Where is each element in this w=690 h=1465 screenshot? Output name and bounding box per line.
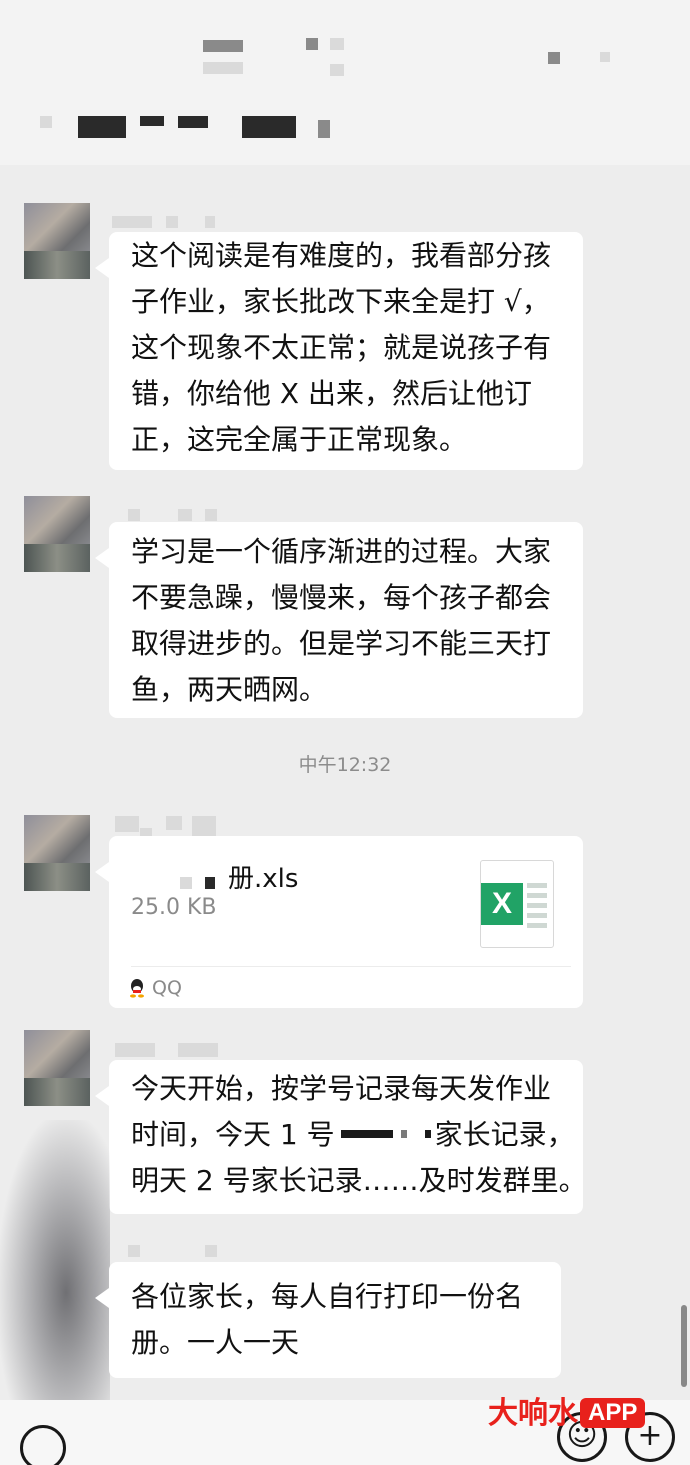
message-line: 时间，今天 1 号 家长记录， (131, 1112, 575, 1158)
message-line: 取得进步的。但是学习不能三天打 (131, 627, 552, 660)
redacted-name (335, 1130, 435, 1144)
card-divider (131, 966, 571, 967)
blurred-title (600, 52, 610, 62)
blurred-subtitle (40, 116, 52, 128)
blurred-title (330, 64, 344, 76)
message-line: 正，这完全属于正常现象。 (131, 423, 468, 456)
message-bubble[interactable]: 这个阅读是有难度的，我看部分孩 子作业，家长批改下来全是打 √， 这个现象不太正… (95, 232, 583, 470)
excel-badge: X (481, 883, 523, 925)
excel-icon: X (480, 860, 554, 948)
message-line: 今天开始，按学号记录每天发作业 (131, 1072, 552, 1105)
sender-name (205, 1245, 217, 1257)
sender-avatar[interactable] (24, 815, 90, 891)
message-bubble[interactable]: 各位家长，每人自行打印一份名 册。一人一天 (95, 1262, 561, 1378)
excel-row (527, 883, 547, 888)
chat-header (0, 0, 690, 165)
excel-row (527, 903, 547, 908)
blurred-subtitle (242, 116, 296, 138)
scrollbar[interactable] (681, 1305, 687, 1387)
sender-avatar[interactable] (24, 203, 90, 279)
sender-name (166, 816, 182, 830)
sender-avatar[interactable] (24, 496, 90, 572)
message-line: 鱼，两天晒网。 (131, 673, 328, 706)
message-fragment: 时间，今天 1 号 (131, 1118, 335, 1151)
blurred-title (548, 52, 560, 64)
file-size: 25.0 KB (131, 895, 217, 920)
excel-row (527, 923, 547, 928)
message-bubble[interactable]: 今天开始，按学号记录每天发作业 时间，今天 1 号 家长记录， 明天 2 号家长记… (95, 1060, 587, 1214)
blurred-title (203, 62, 243, 74)
message-fragment: 家长记录， (434, 1118, 575, 1151)
redacted-filename (205, 877, 215, 889)
message-line: 各位家长，每人自行打印一份名 (131, 1280, 524, 1313)
qq-icon (130, 979, 144, 998)
blurred-subtitle (140, 116, 164, 126)
sender-name (128, 509, 140, 521)
blurred-title (203, 40, 243, 52)
sender-name (112, 216, 152, 228)
time-divider: 中午12:32 (298, 754, 392, 776)
voice-icon[interactable] (20, 1425, 66, 1465)
watermark-brand: 大响水 (488, 1397, 578, 1430)
message-line: 这个现象不太正常；就是说孩子有 (131, 331, 552, 364)
blurred-subtitle (78, 116, 126, 138)
excel-row (527, 913, 547, 918)
message-line: 学习是一个循序渐进的过程。大家 (131, 535, 552, 568)
file-source: QQ (152, 977, 182, 999)
excel-row (527, 893, 547, 898)
message-line: 册。一人一天 (131, 1326, 300, 1359)
message-bubble[interactable]: 学习是一个循序渐进的过程。大家 不要急躁，慢慢来，每个孩子都会 取得进步的。但是… (95, 522, 583, 718)
sender-name (128, 1245, 140, 1257)
message-line: 错，你给他 X 出来，然后让他订 (131, 377, 532, 410)
file-name: 册.xls (228, 864, 299, 894)
sender-name (205, 509, 217, 521)
watermark-logo: 大响水 APP (488, 1388, 646, 1430)
sender-name (166, 216, 178, 228)
message-line: 明天 2 号家长记录……及时发群里。 (131, 1164, 587, 1197)
message-line: 子作业，家长批改下来全是打 √， (131, 285, 550, 318)
blurred-title (306, 38, 318, 50)
sender-avatar[interactable] (24, 1030, 90, 1106)
sender-name (178, 1043, 218, 1057)
watermark-app: APP (580, 1398, 646, 1428)
message-line: 这个阅读是有难度的，我看部分孩 (131, 239, 552, 272)
blurred-subtitle (178, 116, 208, 128)
blurred-title (330, 38, 344, 50)
redacted-filename (180, 877, 192, 889)
sender-name (115, 1043, 155, 1057)
sender-name (115, 816, 139, 832)
message-line: 不要急躁，慢慢来，每个孩子都会 (131, 581, 552, 614)
sender-name (205, 216, 215, 228)
blurred-subtitle (318, 120, 330, 138)
sender-name (178, 509, 192, 521)
